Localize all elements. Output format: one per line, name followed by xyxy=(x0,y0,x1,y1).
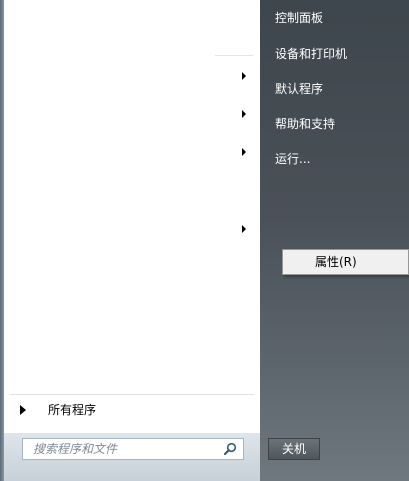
all-programs-separator xyxy=(10,394,254,395)
jumplist-arrow-icon[interactable] xyxy=(242,72,246,80)
search-icon[interactable] xyxy=(223,442,237,456)
triangle-right-icon xyxy=(20,405,26,415)
search-box[interactable] xyxy=(22,438,244,460)
context-item-label: 属性(R) xyxy=(315,255,357,269)
all-programs-button[interactable]: 所有程序 xyxy=(10,400,250,420)
default-programs-link[interactable]: 默认程序 xyxy=(275,79,323,99)
context-item-properties[interactable]: 属性(R) xyxy=(285,252,406,272)
context-menu: 属性(R) xyxy=(282,249,409,275)
control-panel-link[interactable]: 控制面板 xyxy=(275,8,323,28)
run-link[interactable]: 运行... xyxy=(275,149,310,169)
search-input[interactable] xyxy=(23,439,223,459)
programs-pane xyxy=(4,0,261,433)
jumplist-arrow-icon[interactable] xyxy=(242,225,246,233)
system-pane: 控制面板 设备和打印机 默认程序 帮助和支持 运行... xyxy=(260,0,409,481)
shutdown-button[interactable]: 关机 xyxy=(268,438,320,460)
devices-printers-link[interactable]: 设备和打印机 xyxy=(275,44,347,64)
help-support-link[interactable]: 帮助和支持 xyxy=(275,114,335,134)
all-programs-label: 所有程序 xyxy=(48,403,97,417)
jumplist-arrow-icon[interactable] xyxy=(242,110,246,118)
pinned-separator xyxy=(215,55,253,56)
jumplist-arrow-icon[interactable] xyxy=(242,148,246,156)
start-menu: 所有程序 控制面板 设备和打印机 默认程序 帮助和支持 运行... 关机 属性(… xyxy=(0,0,409,481)
